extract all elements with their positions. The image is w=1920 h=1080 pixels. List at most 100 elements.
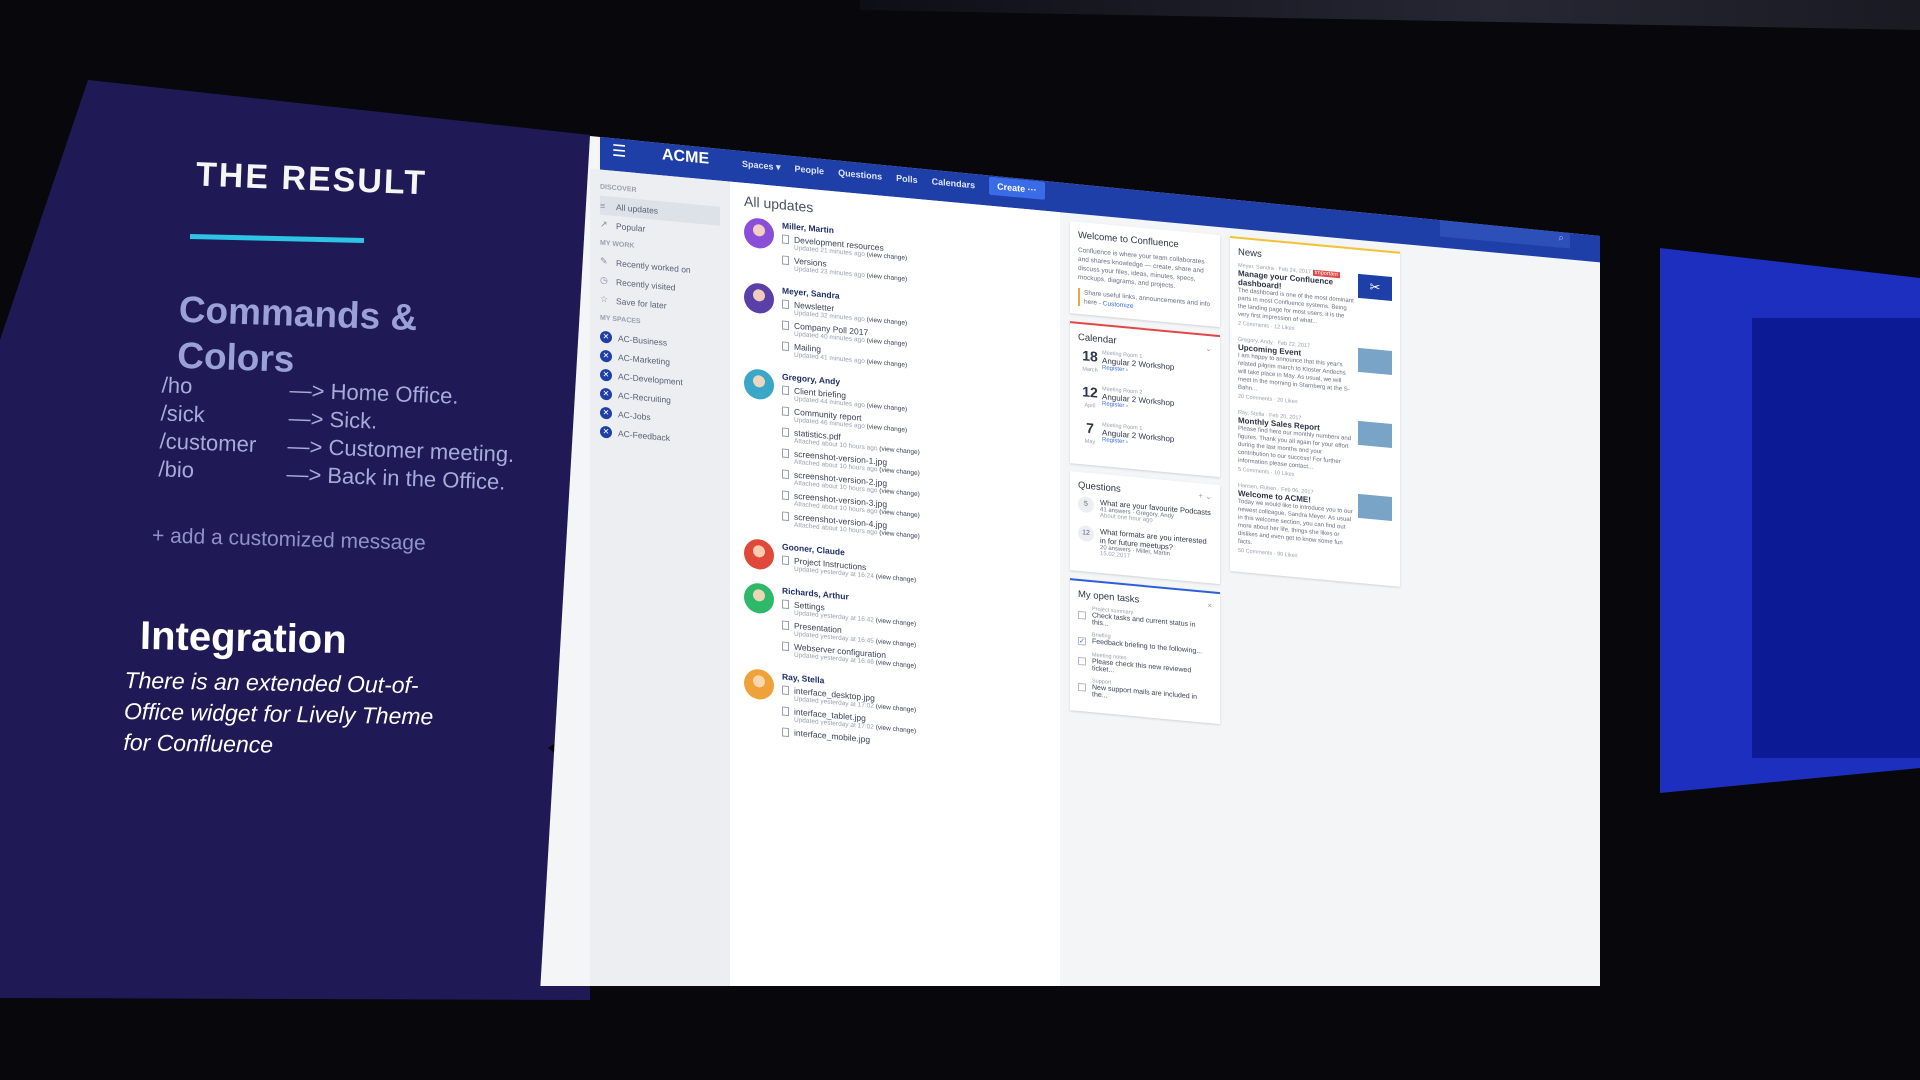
feed-user-group: Ray, Stella interface_desktop.jpg Updated … <box>744 667 1046 765</box>
document-icon <box>782 405 789 416</box>
avatar[interactable] <box>744 537 774 571</box>
nav-item-1[interactable]: People <box>795 164 825 177</box>
news-text: Meyer, Sandra · Feb 24, 2017 Important Ma… <box>1238 263 1354 338</box>
event-date: 7 May <box>1078 420 1102 450</box>
document-icon <box>782 233 789 244</box>
news-item[interactable]: Ray, Stella · Feb 20, 2017 Monthly Sales … <box>1238 410 1392 487</box>
feed-user-group: Meyer, Sandra Newsletter Updated 32 minute… <box>744 281 1046 386</box>
avatar[interactable] <box>744 367 774 401</box>
space-icon: ✕ <box>600 330 612 344</box>
task-checkbox[interactable] <box>1078 656 1086 666</box>
search-input[interactable]: ⌕ <box>1440 218 1570 249</box>
feed-item-label[interactable]: interface_mobile.jpg <box>794 728 870 745</box>
document-icon <box>782 254 789 265</box>
calendar-event[interactable]: 18 March Meeting Room 1 Angular 2 Workshop R… <box>1078 347 1212 388</box>
question-body: What are your favourite Podcasts 41 answe… <box>1100 498 1211 529</box>
news-card: News Meyer, Sandra · Feb 24, 2017 Import… <box>1230 236 1400 587</box>
integration-title: Integration <box>139 613 348 663</box>
nav-item-4[interactable]: Calendars <box>932 176 976 190</box>
calendar-card: Calendar ⌄ 18 March Meeting Room 1 Angular 2… <box>1070 321 1220 478</box>
sidebar-icon: ◷ <box>600 274 608 286</box>
add-question-icon[interactable]: + ⌄ <box>1198 491 1212 503</box>
confluence-screenshot: ☰ ACME Spaces ▾ People Questions Polls Calen… <box>540 136 1600 986</box>
app-logo[interactable]: ACME <box>662 146 742 171</box>
task-body: Meeting notes Please check this new revie… <box>1092 652 1212 683</box>
news-thumbnail <box>1358 347 1392 376</box>
news-title: News <box>1238 246 1262 260</box>
nav-item-0[interactable]: Spaces ▾ <box>742 159 781 173</box>
feed-user-body: Gregory, Andy Client briefing Updated 44 m… <box>782 371 1046 555</box>
document-icon <box>782 489 789 500</box>
news-text: Ray, Stella · Feb 20, 2017 Monthly Sales … <box>1238 410 1354 484</box>
command-list: /ho —> Home Office./sick —> Sick./customer… <box>158 372 562 499</box>
document-icon <box>782 619 789 630</box>
close-icon[interactable]: × <box>1207 601 1212 612</box>
task-checkbox[interactable] <box>1078 682 1086 692</box>
document-icon <box>782 468 789 479</box>
event-date: 18 March <box>1078 347 1102 378</box>
space-icon: ✕ <box>600 387 612 401</box>
document-icon <box>782 598 789 609</box>
document-icon <box>782 684 789 695</box>
integration-description: There is an extended Out-of-Office widge… <box>123 667 434 758</box>
sidebar-icon: ☆ <box>600 293 609 305</box>
document-icon <box>782 426 789 437</box>
news-item[interactable]: Hansen, Ruben · Feb 06, 2017 Welcome to A… <box>1238 483 1392 568</box>
calendar-event[interactable]: 12 April Meeting Room 2 Angular 2 Workshop R… <box>1078 383 1212 424</box>
space-label: AC-Marketing <box>618 351 670 367</box>
command-key: /bio <box>158 456 195 483</box>
document-icon <box>782 510 789 521</box>
news-thumbnail <box>1358 493 1392 522</box>
event-date: 12 April <box>1078 383 1102 414</box>
task-body: Project summary Check tasks and current s… <box>1092 606 1212 637</box>
avatar[interactable] <box>744 581 774 615</box>
feed-user-body: Meyer, Sandra Newsletter Updated 32 minute… <box>782 285 1046 385</box>
avatar[interactable] <box>744 216 774 250</box>
news-item[interactable]: Gregory, Andy · Feb 22, 2017 Upcoming Eve… <box>1238 337 1392 414</box>
news-item[interactable]: Meyer, Sandra · Feb 24, 2017 Important Ma… <box>1238 263 1392 341</box>
sidebar-item-label: Save for later <box>616 295 667 311</box>
tasks-title: My open tasks <box>1078 588 1140 606</box>
sidebar-item-label: All updates <box>616 201 659 216</box>
space-label: AC-Business <box>618 332 668 348</box>
news-logo-icon: ✂ <box>1358 273 1392 302</box>
answer-count-badge: 12 <box>1078 524 1094 543</box>
tasks-card: My open tasks × Project summary Check task… <box>1070 578 1220 725</box>
calendar-event[interactable]: 7 May Meeting Room 1 Angular 2 Workshop Regi… <box>1078 420 1212 460</box>
avatar[interactable] <box>744 281 774 315</box>
document-icon <box>782 384 789 395</box>
task-checkbox[interactable] <box>1078 610 1086 620</box>
news-excerpt: Today we would like to introduce you to … <box>1238 498 1353 547</box>
feed-user-body: Ray, Stella interface_desktop.jpg Updated … <box>782 671 1046 764</box>
hamburger-menu-icon[interactable]: ☰ <box>612 141 642 164</box>
document-icon <box>782 340 789 351</box>
news-text: Gregory, Andy · Feb 22, 2017 Upcoming Eve… <box>1238 337 1354 411</box>
news-thumbnail <box>1358 420 1392 449</box>
search-icon: ⌕ <box>1558 232 1564 244</box>
space-label: AC-Feedback <box>618 427 670 443</box>
secondary-screen <box>1660 248 1920 793</box>
event-info: Meeting Room 1 Angular 2 Workshop Register… <box>1102 350 1212 388</box>
nav-item-3[interactable]: Polls <box>896 173 918 185</box>
answer-count-badge: 5 <box>1078 495 1094 514</box>
questions-card: Questions + ⌄ 5 What are your favourite Po… <box>1070 471 1220 585</box>
question-item[interactable]: 12 What formats are you interested in for… <box>1078 524 1212 567</box>
avatar[interactable] <box>744 667 774 701</box>
activity-feed: All updates Miller, Martin Development re… <box>730 181 1060 986</box>
sidebar-item-label: Recently visited <box>616 276 676 293</box>
document-icon <box>782 640 789 651</box>
space-icon: ✕ <box>600 406 612 420</box>
collapse-icon[interactable]: ⌄ <box>1205 344 1212 356</box>
task-checkbox[interactable]: ✓ <box>1078 636 1086 646</box>
space-label: AC-Recruiting <box>618 389 671 405</box>
nav-item-2[interactable]: Questions <box>838 168 882 182</box>
welcome-text: Confluence is where your team collaborat… <box>1078 246 1205 290</box>
create-button[interactable]: Create ··· <box>989 176 1045 200</box>
customize-link[interactable]: Customize <box>1103 300 1134 310</box>
document-icon <box>782 319 789 330</box>
event-month: March <box>1082 366 1098 374</box>
space-icon: ✕ <box>600 349 612 363</box>
feed-user-group: Gregory, Andy Client briefing Updated 44 m… <box>744 367 1046 556</box>
space-label: AC-Jobs <box>618 408 651 422</box>
document-icon <box>782 554 789 565</box>
